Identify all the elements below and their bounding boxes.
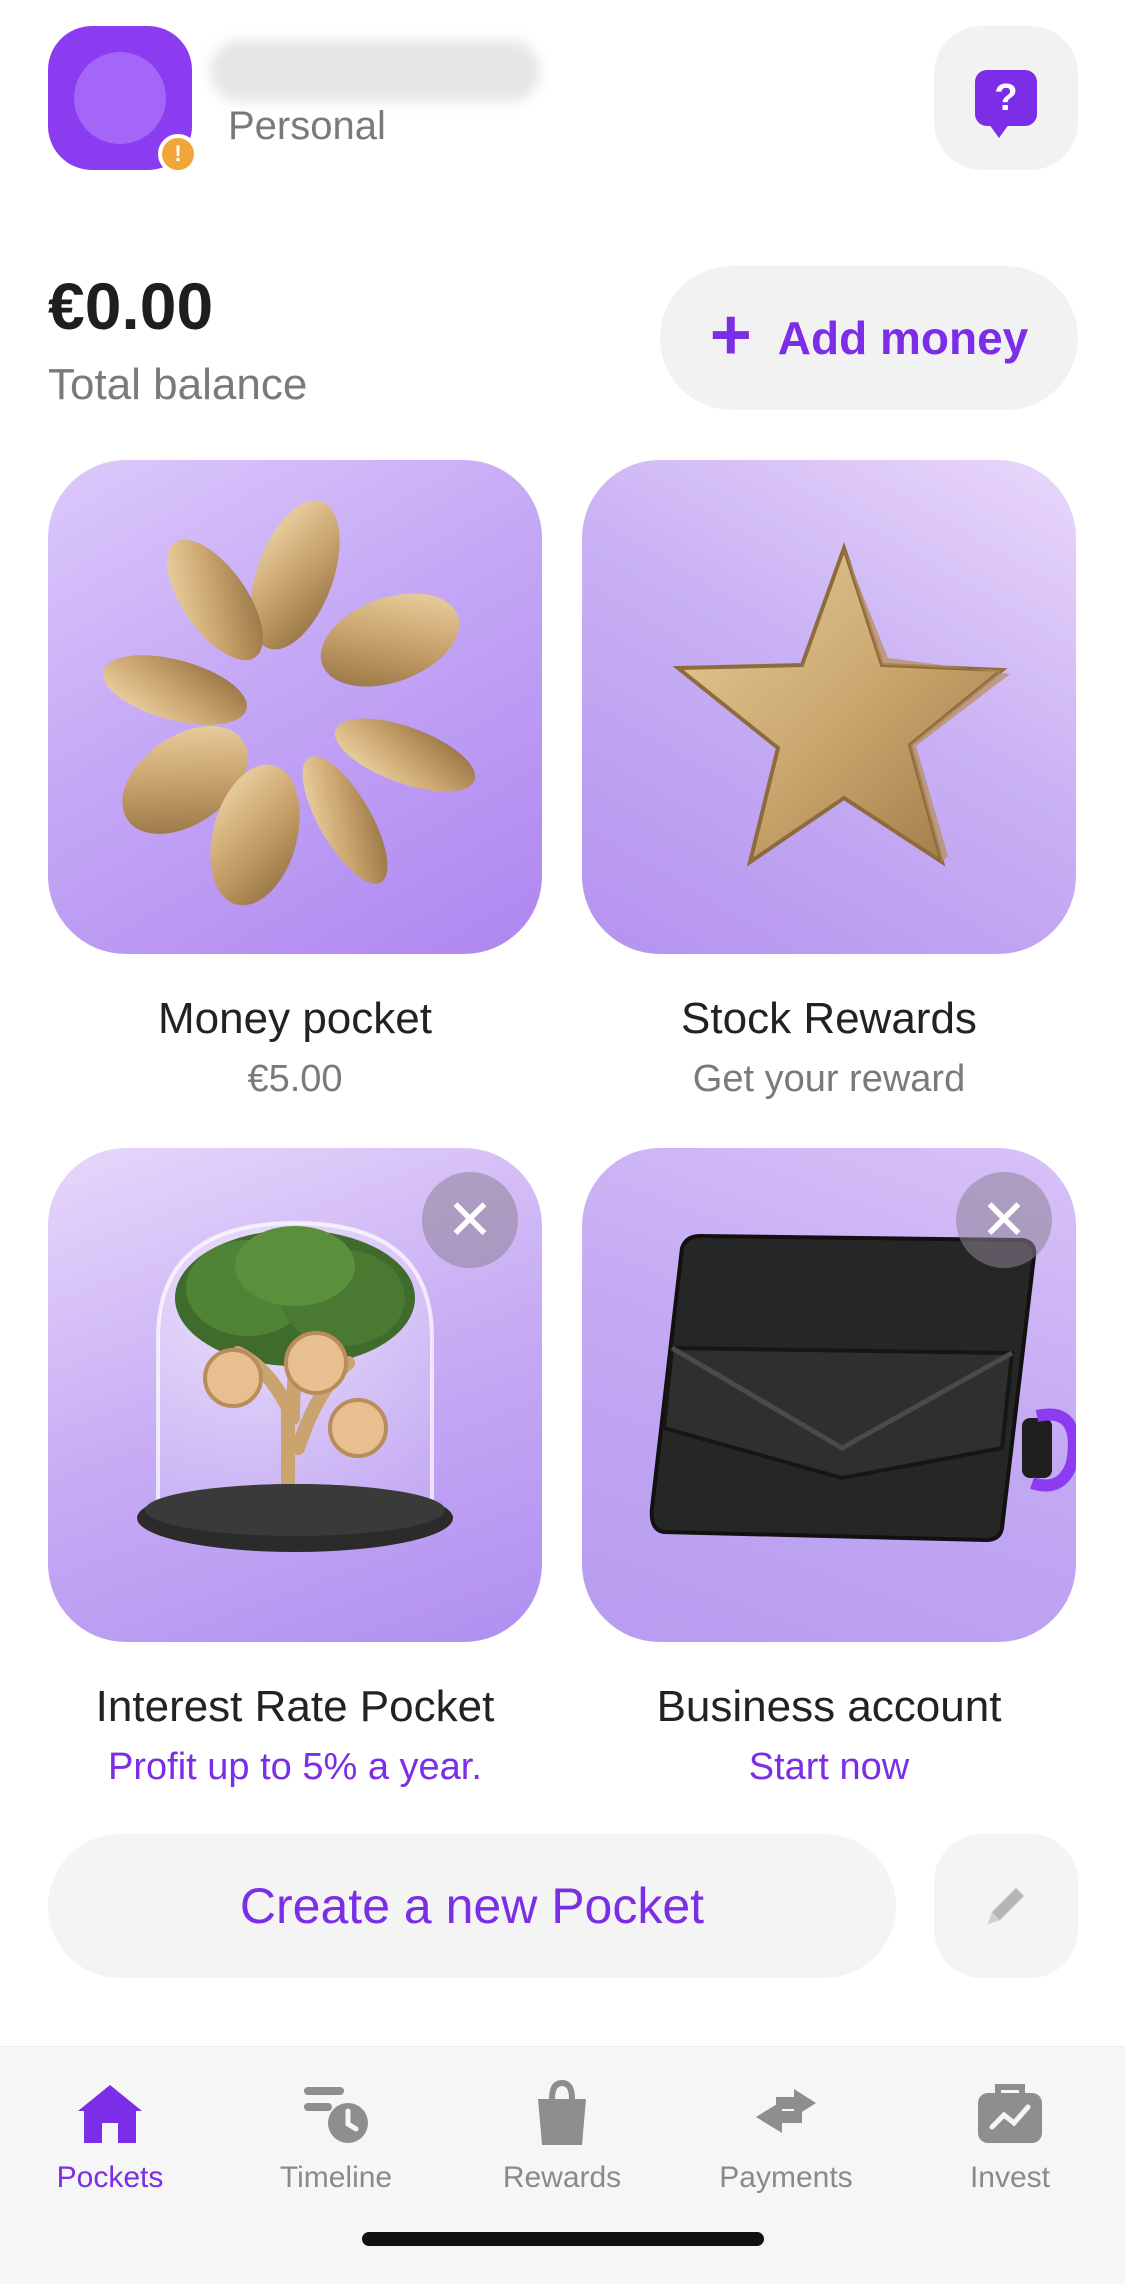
header: ! Personal ?	[0, 0, 1125, 190]
shopping-bag-icon	[538, 2079, 586, 2145]
nav-label: Pockets	[56, 2161, 164, 2194]
pocket-subtitle: €5.00	[247, 1058, 343, 1100]
pocket-tile-stock-rewards[interactable]: Stock Rewards Get your reward	[582, 460, 1076, 1101]
question-bubble-icon: ?	[975, 70, 1037, 138]
timeline-icon	[304, 2087, 368, 2143]
pocket-subtitle: Get your reward	[692, 1058, 966, 1100]
pocket-tile-interest-rate[interactable]: ✕ Interest Rate Pocket Profit up to 5% a…	[48, 1148, 542, 1789]
balance-amount: €0.00	[48, 269, 214, 343]
nav-item-payments[interactable]: Payments	[686, 2077, 886, 2195]
transfer-arrows-icon	[756, 2089, 816, 2133]
nav-label: Timeline	[279, 2161, 393, 2194]
gold-star-icon	[672, 541, 1010, 867]
bottom-navigation: Pockets Timeline Rewards Payments Invest	[0, 2046, 1125, 2284]
help-button[interactable]: ?	[934, 26, 1078, 170]
warning-badge-icon: !	[158, 134, 198, 174]
pocket-title: Business account	[656, 1682, 1002, 1731]
add-money-button[interactable]: + Add money	[660, 266, 1078, 410]
close-icon[interactable]: ✕	[956, 1172, 1052, 1268]
edit-pockets-button[interactable]	[934, 1834, 1078, 1978]
balance-label: Total balance	[48, 360, 308, 409]
nav-item-timeline[interactable]: Timeline	[236, 2077, 436, 2195]
home-icon	[78, 2085, 142, 2143]
add-money-label: Add money	[777, 312, 1029, 364]
pocket-card[interactable]: ✕	[48, 1148, 542, 1642]
home-indicator	[362, 2232, 764, 2246]
create-pocket-button[interactable]: Create a new Pocket	[48, 1834, 896, 1978]
nav-label: Rewards	[502, 2161, 622, 2194]
pocket-card[interactable]: ✕	[582, 1148, 1076, 1642]
pocket-card[interactable]	[582, 460, 1076, 954]
plus-icon: +	[709, 295, 752, 375]
pocket-title: Stock Rewards	[681, 994, 977, 1043]
pocket-title: Money pocket	[158, 994, 432, 1043]
nav-label: Invest	[969, 2161, 1051, 2194]
account-name-redacted	[210, 40, 540, 102]
pencil-icon	[988, 1888, 1024, 1924]
pocket-subtitle[interactable]: Start now	[582, 1746, 1076, 1789]
pocket-card[interactable]	[48, 460, 542, 954]
briefcase-chart-icon	[978, 2084, 1042, 2143]
nav-item-pockets[interactable]: Pockets	[10, 2077, 210, 2195]
nav-label: Payments	[719, 2161, 853, 2194]
nav-item-invest[interactable]: Invest	[910, 2077, 1110, 2195]
pocket-subtitle[interactable]: Profit up to 5% a year.	[48, 1746, 542, 1789]
pocket-tile-business-account[interactable]: ✕ Business account Start now	[582, 1148, 1076, 1789]
pocket-tile-money[interactable]: Money pocket €5.00	[48, 460, 542, 1101]
gold-coins-icon	[103, 500, 476, 906]
close-icon[interactable]: ✕	[422, 1172, 518, 1268]
create-pocket-label: Create a new Pocket	[239, 1878, 705, 1934]
avatar-circle	[74, 52, 166, 144]
pocket-title: Interest Rate Pocket	[95, 1682, 495, 1731]
account-type[interactable]: Personal	[228, 104, 386, 149]
nav-item-rewards[interactable]: Rewards	[462, 2077, 662, 2195]
